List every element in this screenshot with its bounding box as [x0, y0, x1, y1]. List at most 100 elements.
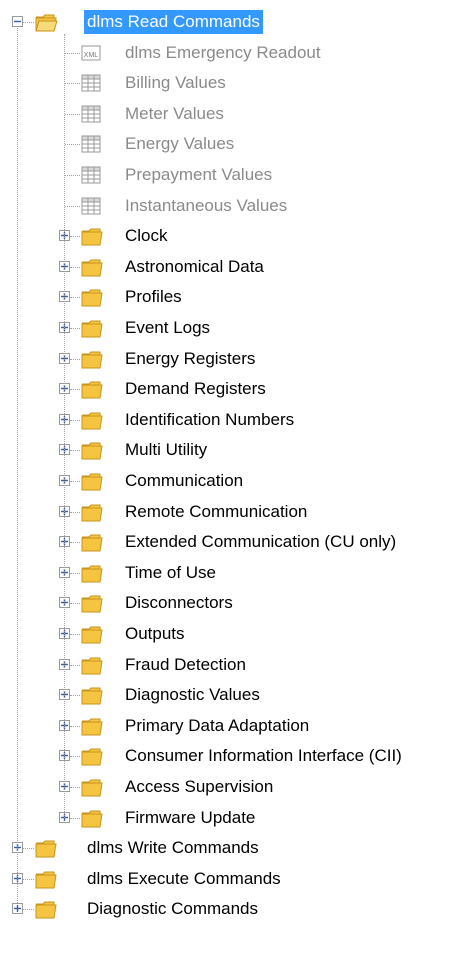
svg-text:XML: XML: [84, 52, 99, 59]
tree-horizontal-connector: [70, 634, 80, 635]
collapse-button-dlms-read-commands[interactable]: [12, 16, 23, 27]
tree-node-astronomical-data-label: Astronomical Data: [125, 256, 264, 276]
tree-node-communication[interactable]: Communication: [80, 466, 246, 496]
tree-node-outputs-label: Outputs: [125, 624, 185, 643]
tree-node-extended-communication-cu-only-[interactable]: Extended Communication (CU only): [80, 527, 399, 557]
tree-horizontal-connector: [65, 175, 80, 176]
tree-node-astronomical-data[interactable]: Astronomical Data: [80, 252, 267, 282]
folder-icon: [80, 287, 117, 307]
folder-icon: [80, 349, 117, 369]
tree-node-energy-registers[interactable]: Energy Registers: [80, 344, 258, 374]
tree-node-multi-utility[interactable]: Multi Utility: [80, 435, 210, 465]
tree-leaf-instantaneous-values[interactable]: Instantaneous Values: [80, 191, 290, 221]
tree-horizontal-connector: [70, 297, 80, 299]
tree-node-firmware-update-label: Firmware Update: [125, 807, 256, 827]
folder-icon: [80, 685, 117, 705]
tree-node-diagnostic-commands-label: Diagnostic Commands: [87, 899, 259, 919]
table-icon: [80, 196, 117, 216]
tree-leaf-prepayment-values-label: Prepayment Values: [125, 165, 273, 184]
tree-horizontal-connector: [70, 450, 80, 452]
table-icon: [80, 73, 117, 93]
tree-node-dlms-read-commands-label: dlms Read Commands: [84, 10, 263, 34]
tree-leaf-billing-values[interactable]: Billing Values: [80, 68, 229, 98]
folder-icon: [80, 440, 117, 460]
tree-horizontal-connector: [65, 205, 80, 207]
folder-icon: [80, 532, 117, 552]
tree-node-diagnostic-values[interactable]: Diagnostic Values: [80, 680, 263, 710]
tree-node-clock[interactable]: Clock: [80, 221, 171, 251]
tree-horizontal-connector: [23, 909, 34, 911]
folder-icon: [34, 899, 79, 919]
tree-node-time-of-use[interactable]: Time of Use: [80, 558, 219, 588]
tree-node-event-logs[interactable]: Event Logs: [80, 313, 213, 343]
tree-node-event-logs-label: Event Logs: [125, 318, 211, 337]
tree-node-outputs[interactable]: Outputs: [80, 619, 188, 649]
tree-leaf-meter-values[interactable]: Meter Values: [80, 99, 227, 129]
tree-horizontal-connector: [70, 725, 80, 727]
folder-icon: [80, 226, 117, 246]
tree-leaf-billing-values-label: Billing Values: [125, 73, 226, 93]
tree-node-diagnostic-commands[interactable]: Diagnostic Commands: [34, 894, 261, 924]
tree-node-time-of-use-label: Time of Use: [125, 562, 217, 582]
tree-node-primary-data-adaptation[interactable]: Primary Data Adaptation: [80, 711, 312, 741]
tree-node-consumer-information-interface-cii-[interactable]: Consumer Information Interface (CII): [80, 741, 405, 771]
folder-icon: [80, 746, 117, 766]
tree-node-consumer-information-interface-cii--label: Consumer Information Interface (CII): [125, 746, 402, 766]
xml-file-icon: XML: [80, 43, 117, 63]
tree-horizontal-connector: [23, 878, 34, 880]
tree-vertical-connector: [17, 28, 18, 904]
tree-leaf-dlms-emergency-readout[interactable]: XML dlms Emergency Readout: [80, 38, 324, 68]
folder-icon: [80, 624, 117, 644]
expand-button-diagnostic-commands[interactable]: [12, 903, 23, 915]
tree-horizontal-connector: [70, 664, 80, 666]
tree-node-profiles[interactable]: Profiles: [80, 282, 185, 312]
folder-icon: [80, 777, 117, 797]
tree-leaf-energy-values-label: Energy Values: [125, 134, 235, 154]
tree-horizontal-connector: [70, 358, 80, 360]
tree-node-dlms-execute-commands[interactable]: dlms Execute Commands: [34, 864, 284, 894]
tree-node-access-supervision[interactable]: Access Supervision: [80, 772, 276, 802]
tree-horizontal-connector: [70, 787, 80, 788]
tree-horizontal-connector: [65, 52, 80, 54]
tree-node-dlms-read-commands[interactable]: dlms Read Commands: [34, 7, 263, 37]
tree-horizontal-connector: [70, 389, 80, 391]
tree-leaf-energy-values[interactable]: Energy Values: [80, 129, 237, 159]
tree-horizontal-connector: [23, 848, 34, 850]
tree-node-remote-communication[interactable]: Remote Communication: [80, 497, 310, 527]
tree-node-demand-registers-label: Demand Registers: [125, 379, 266, 399]
tree-horizontal-connector: [70, 511, 80, 513]
tree-leaf-meter-values-label: Meter Values: [125, 103, 224, 123]
tree-node-dlms-write-commands[interactable]: dlms Write Commands: [34, 833, 262, 863]
tree-node-firmware-update[interactable]: Firmware Update: [80, 803, 258, 833]
tree-leaf-instantaneous-values-label: Instantaneous Values: [125, 195, 288, 215]
tree-node-remote-communication-label: Remote Communication: [125, 501, 308, 521]
folder-icon: [80, 257, 117, 277]
tree-node-demand-registers[interactable]: Demand Registers: [80, 374, 269, 404]
tree-node-identification-numbers[interactable]: Identification Numbers: [80, 405, 297, 435]
tree-horizontal-connector: [70, 481, 80, 482]
tree-horizontal-connector: [70, 572, 80, 574]
tree-node-dlms-write-commands-label: dlms Write Commands: [87, 838, 259, 858]
tree-node-profiles-label: Profiles: [125, 287, 182, 307]
folder-open-icon: [34, 12, 79, 32]
tree-node-dlms-execute-commands-label: dlms Execute Commands: [87, 868, 281, 888]
tree-node-fraud-detection[interactable]: Fraud Detection: [80, 650, 249, 680]
tree-node-disconnectors[interactable]: Disconnectors: [80, 588, 236, 618]
folder-icon: [80, 563, 117, 583]
tree-leaf-prepayment-values[interactable]: Prepayment Values: [80, 160, 275, 190]
table-icon: [80, 104, 117, 124]
tree-node-extended-communication-cu-only--label: Extended Communication (CU only): [125, 532, 397, 552]
table-icon: [80, 134, 117, 154]
folder-icon: [34, 838, 79, 858]
folder-icon: [80, 808, 117, 828]
folder-icon: [80, 318, 117, 338]
tree-node-energy-registers-label: Energy Registers: [125, 348, 256, 368]
tree-horizontal-connector: [70, 603, 80, 605]
tree-horizontal-connector: [65, 83, 80, 85]
tree-horizontal-connector: [65, 113, 80, 115]
tree-horizontal-connector: [70, 817, 80, 819]
folder-icon: [80, 379, 117, 399]
folder-icon: [34, 869, 79, 889]
command-tree: dlms Read Commands XML dlms Emergency Read…: [0, 0, 464, 964]
folder-icon: [80, 410, 117, 430]
